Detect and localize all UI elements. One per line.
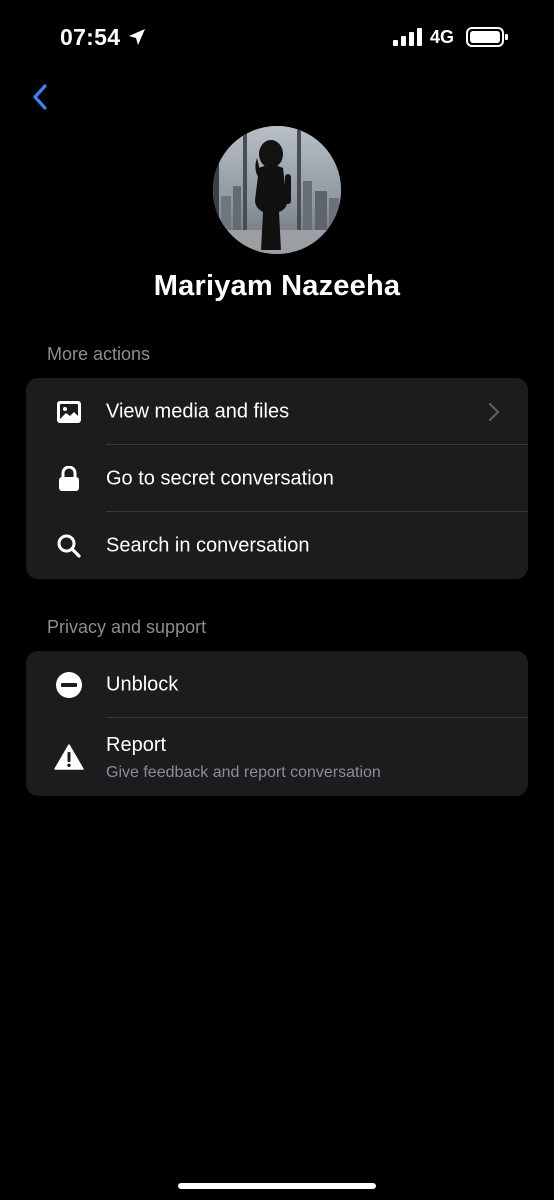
home-indicator[interactable] [178, 1183, 376, 1189]
battery-icon [466, 27, 508, 47]
minus-circle-icon [54, 670, 84, 700]
chevron-right-icon [488, 402, 500, 421]
image-icon [54, 397, 84, 427]
chevron-left-icon [33, 84, 47, 110]
warning-triangle-icon [54, 742, 84, 772]
profile-avatar[interactable] [213, 126, 341, 254]
status-bar: 07:54 4G [0, 0, 554, 76]
search-in-conversation-item[interactable]: Search in conversation [26, 512, 528, 579]
network-type-label: 4G [430, 27, 455, 47]
unblock-label: Unblock [106, 673, 179, 695]
privacy-support-card: Unblock Report Give feedback and report … [26, 651, 528, 796]
unblock-item[interactable]: Unblock [26, 651, 528, 718]
report-label: Report [106, 734, 167, 756]
report-sublabel: Give feedback and report conversation [106, 764, 381, 781]
more-actions-card: View media and files Go to secret conver… [26, 378, 528, 579]
search-icon [54, 531, 84, 561]
status-time: 07:54 [60, 24, 121, 50]
cellular-signal-icon [393, 28, 422, 46]
secret-conversation-item[interactable]: Go to secret conversation [26, 445, 528, 512]
location-arrow-icon [129, 29, 145, 45]
search-conversation-label: Search in conversation [106, 534, 310, 556]
secret-conversation-label: Go to secret conversation [106, 467, 334, 489]
section-title-privacy-support: Privacy and support [47, 617, 207, 637]
report-item[interactable]: Report Give feedback and report conversa… [26, 718, 528, 796]
view-media-and-files-item[interactable]: View media and files [26, 378, 528, 445]
view-media-label: View media and files [106, 400, 290, 422]
profile-name: Mariyam Nazeeha [153, 270, 401, 302]
avatar-photo [213, 126, 341, 254]
section-title-more-actions: More actions [47, 344, 151, 364]
lock-icon [54, 464, 84, 494]
back-button[interactable] [22, 78, 58, 116]
